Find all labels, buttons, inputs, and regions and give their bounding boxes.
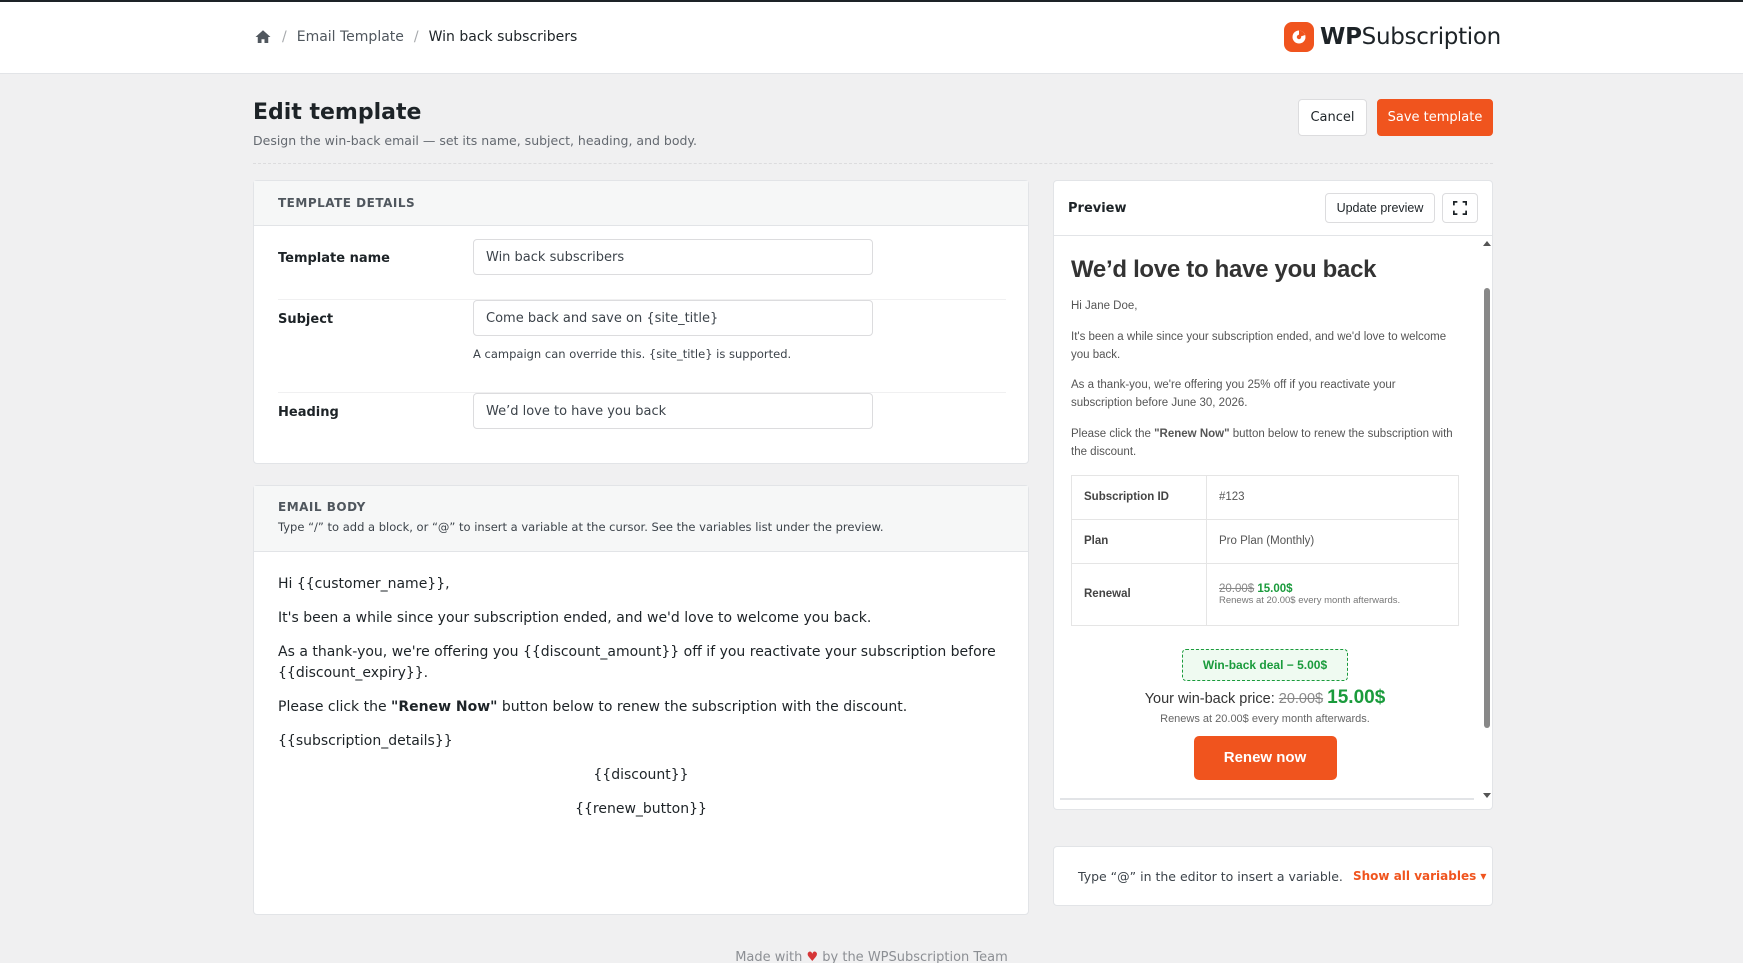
editor-line[interactable]: Hi {{customer_name}}, bbox=[278, 574, 1004, 595]
table-value: Pro Plan (Monthly) bbox=[1206, 518, 1459, 564]
table-row: Renewal 20.00$ 15.00$ Renews at 20.00$ e… bbox=[1071, 562, 1459, 626]
email-body-title: EMAIL BODY bbox=[278, 500, 366, 514]
subscription-details-table: Subscription ID #123 Plan Pro Plan (Mont… bbox=[1071, 474, 1459, 626]
brand-name: WPSubscription bbox=[1320, 24, 1501, 50]
heading-row: Heading bbox=[278, 393, 1006, 453]
subject-input[interactable] bbox=[473, 300, 873, 336]
table-key: Plan bbox=[1071, 518, 1207, 564]
email-body-card: EMAIL BODY Type “/” to add a block, or “… bbox=[253, 485, 1029, 915]
preview-paragraph: As a thank-you, we're offering you 25% o… bbox=[1071, 379, 1396, 410]
subject-label: Subject bbox=[278, 312, 334, 327]
email-body-description: Type “/” to add a block, or “@” to inser… bbox=[278, 520, 884, 534]
brand-logo: WPSubscription bbox=[1284, 22, 1501, 52]
table-key: Subscription ID bbox=[1071, 474, 1207, 520]
renew-now-button[interactable]: Renew now bbox=[1193, 735, 1337, 780]
update-preview-button[interactable]: Update preview bbox=[1325, 193, 1435, 223]
app-header: / Email Template / Win back subscribers … bbox=[0, 2, 1743, 74]
template-details-header: TEMPLATE DETAILS bbox=[254, 181, 1028, 226]
preview-heading: We’d love to have you back bbox=[1071, 256, 1377, 283]
page-subtitle: Design the win-back email — set its name… bbox=[253, 133, 698, 148]
editor-line[interactable]: As a thank-you, we're offering you {{dis… bbox=[278, 642, 1004, 684]
renews-note: Renews at 20.00$ every month afterwards. bbox=[1160, 712, 1370, 725]
page-title: Edit template bbox=[253, 100, 422, 125]
table-row: Plan Pro Plan (Monthly) bbox=[1071, 518, 1459, 564]
variables-hint: Type “@” in the editor to insert a varia… bbox=[1078, 868, 1343, 884]
preview-paragraph: Please click the "Renew Now" button belo… bbox=[1071, 428, 1453, 458]
heart-icon: ♥ bbox=[806, 950, 819, 963]
preview-title: Preview bbox=[1068, 200, 1127, 216]
expand-icon[interactable] bbox=[1442, 193, 1478, 223]
table-value: #123 bbox=[1206, 474, 1459, 520]
breadcrumb-separator: / bbox=[413, 29, 419, 45]
email-body-header: EMAIL BODY Type “/” to add a block, or “… bbox=[254, 486, 1028, 552]
breadcrumb-separator: / bbox=[282, 29, 287, 45]
breadcrumb-email-template[interactable]: Email Template bbox=[297, 29, 404, 45]
scrollbar-thumb[interactable] bbox=[1484, 288, 1490, 728]
editor-line[interactable]: {{renew_button}} bbox=[278, 799, 1004, 820]
preview-frame[interactable]: We’d love to have you back Hi Jane Doe, … bbox=[1054, 237, 1492, 802]
save-template-button[interactable]: Save template bbox=[1377, 99, 1493, 136]
new-price: 15.00$ bbox=[1327, 686, 1386, 708]
template-name-label: Template name bbox=[278, 251, 390, 266]
scroll-up-icon[interactable] bbox=[1483, 241, 1491, 246]
preview-greeting: Hi Jane Doe, bbox=[1071, 300, 1138, 312]
email-preview: We’d love to have you back Hi Jane Doe, … bbox=[1071, 237, 1459, 780]
preview-horizontal-scrollbar bbox=[1060, 798, 1474, 800]
preview-paragraph: It's been a while since your subscriptio… bbox=[1071, 330, 1447, 361]
footer-credit: Made with ♥ by the WPSubscription Team bbox=[735, 950, 1008, 963]
preview-scrollbar[interactable] bbox=[1480, 237, 1492, 802]
heading-input[interactable] bbox=[473, 393, 873, 429]
editor-line[interactable]: It's been a while since your subscriptio… bbox=[278, 608, 1004, 629]
editor-line[interactable]: {{discount}} bbox=[278, 765, 1004, 786]
email-body-editor[interactable]: Hi {{customer_name}}, It's been a while … bbox=[254, 552, 1028, 855]
table-key: Renewal bbox=[1071, 562, 1207, 626]
editor-line[interactable]: Please click the "Renew Now" button belo… bbox=[278, 697, 1004, 718]
renewal-note: Renews at 20.00$ every month afterwards. bbox=[1219, 594, 1401, 606]
win-back-deal-badge: Win-back deal − 5.00$ bbox=[1182, 648, 1348, 681]
template-name-row: Template name bbox=[278, 226, 1006, 292]
variables-card: Type “@” in the editor to insert a varia… bbox=[1053, 846, 1493, 906]
breadcrumb-current: Win back subscribers bbox=[428, 29, 578, 45]
renewal-value: 20.00$ 15.00$ Renews at 20.00$ every mon… bbox=[1206, 562, 1459, 626]
breadcrumb: / Email Template / Win back subscribers bbox=[254, 28, 577, 46]
home-icon[interactable] bbox=[254, 28, 272, 46]
old-price: 20.00$ bbox=[1219, 582, 1255, 595]
wpsubscription-logo-icon bbox=[1284, 22, 1314, 52]
show-all-variables-link[interactable]: Show all variables ▾ bbox=[1353, 869, 1486, 883]
cancel-button[interactable]: Cancel bbox=[1298, 99, 1367, 136]
subject-help-text: A campaign can override this. {site_titl… bbox=[473, 347, 792, 361]
editor-line[interactable]: {{subscription_details}} bbox=[278, 731, 1004, 752]
template-name-input[interactable] bbox=[473, 239, 873, 275]
preview-header: Preview Update preview bbox=[1054, 181, 1492, 236]
subject-row: Subject A campaign can override this. {s… bbox=[278, 300, 1006, 373]
heading-label: Heading bbox=[278, 405, 339, 420]
scroll-down-icon[interactable] bbox=[1483, 793, 1491, 798]
table-row: Subscription ID #123 bbox=[1071, 474, 1459, 520]
old-price: 20.00$ bbox=[1278, 690, 1324, 707]
win-back-price: Your win-back price: 20.00$ 15.00$ bbox=[1144, 686, 1386, 708]
header-divider bbox=[253, 163, 1493, 164]
template-details-title: TEMPLATE DETAILS bbox=[278, 196, 416, 210]
preview-card: Preview Update preview We’d love to have… bbox=[1053, 180, 1493, 810]
template-details-card: TEMPLATE DETAILS Template name Subject A… bbox=[253, 180, 1029, 464]
new-price: 15.00$ bbox=[1257, 582, 1293, 595]
